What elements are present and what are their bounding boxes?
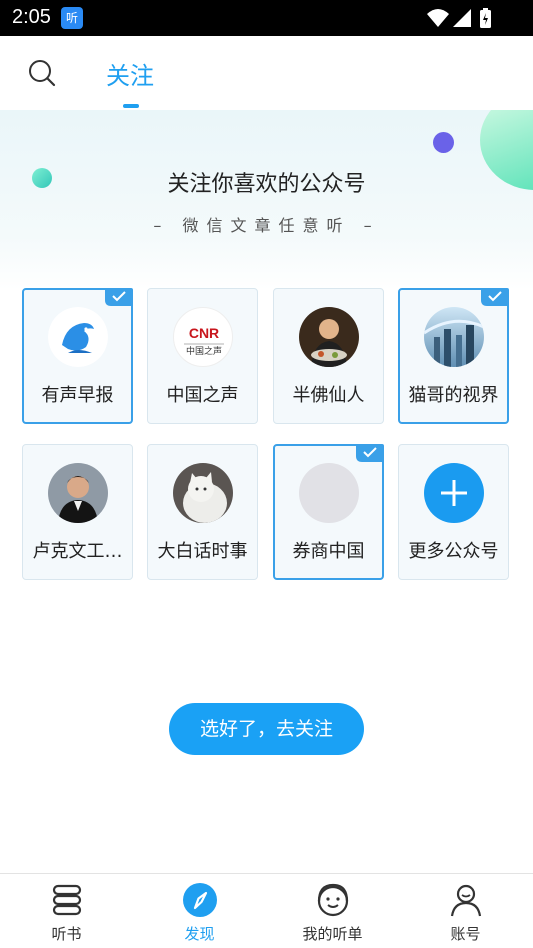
account-name: 大白话时事 [157,541,248,562]
account-name: 半佛仙人 [292,385,365,406]
account-card-quanshangzhongguo[interactable]: 券商中国 [273,444,384,580]
cnr-logo-avatar: CNR 中国之声 [173,307,233,367]
status-bar: 2:05 听 [0,0,533,36]
account-name: 猫哥的视界 [408,385,499,406]
account-card-banfoxianren[interactable]: 半佛仙人 [273,288,384,424]
account-card-youshengzaobao[interactable]: 有声早报 [22,288,133,424]
battery-icon [480,8,491,28]
nav-item-discover[interactable]: 发现 [133,874,266,948]
banner: 关注你喜欢的公众号 – 微信文章任意听 – [0,110,533,290]
account-card-lukewen[interactable]: 卢克文工… [22,444,133,580]
nav-label: 发现 [184,925,215,943]
cityscape-photo-avatar [424,307,484,367]
signal-icon [453,9,471,27]
nav-item-account[interactable]: 账号 [399,874,532,948]
status-time: 2:05 [12,6,51,28]
account-name: 卢克文工… [32,541,123,562]
app-notification-icon: 听 [61,7,83,29]
dolphin-logo-avatar [48,307,108,367]
tab-follow[interactable]: 关注 [106,56,154,91]
banner-subtitle: – 微信文章任意听 – [153,216,380,235]
account-name: 券商中国 [292,541,365,562]
man-photo-avatar [48,463,108,523]
cat-photo-avatar [173,463,233,523]
status-icons [425,7,493,33]
banner-title: 关注你喜欢的公众号 [167,172,366,197]
top-header: 关注 [0,36,533,110]
account-name: 中国之声 [166,385,239,406]
plus-icon [424,463,484,523]
search-icon[interactable] [27,58,57,88]
person-photo-avatar [299,307,359,367]
tab-underline [123,104,139,108]
confirm-follow-button[interactable]: 选好了，去关注 [169,703,364,755]
account-card-dabaihuashishi[interactable]: 大白话时事 [147,444,258,580]
bottom-nav: 听书 发现 我的听单 账号 [0,873,533,947]
user-icon [448,882,484,918]
book-stack-icon [49,882,85,918]
nav-label: 听书 [51,925,82,943]
cnr-logo-subtext: 中国之声 [186,345,222,357]
checkmark-icon [105,288,133,306]
more-accounts-card[interactable]: 更多公众号 [398,444,509,580]
placeholder-avatar [299,463,359,523]
decorative-dot-purple [433,132,454,153]
nav-label: 我的听单 [302,925,363,943]
nav-item-books[interactable]: 听书 [0,874,133,948]
headphones-face-icon [315,882,351,918]
account-name: 有声早报 [41,385,114,406]
compass-icon [182,882,218,918]
nav-item-my-list[interactable]: 我的听单 [266,874,399,948]
account-card-zhongguozhisheng[interactable]: CNR 中国之声 中国之声 [147,288,258,424]
checkmark-icon [356,444,384,462]
checkmark-icon [481,288,509,306]
wifi-icon [427,9,449,27]
nav-label: 账号 [450,925,481,943]
account-card-maogedeshijie[interactable]: 猫哥的视界 [398,288,509,424]
cnr-logo-text: CNR [189,325,219,341]
account-name: 更多公众号 [408,541,499,562]
